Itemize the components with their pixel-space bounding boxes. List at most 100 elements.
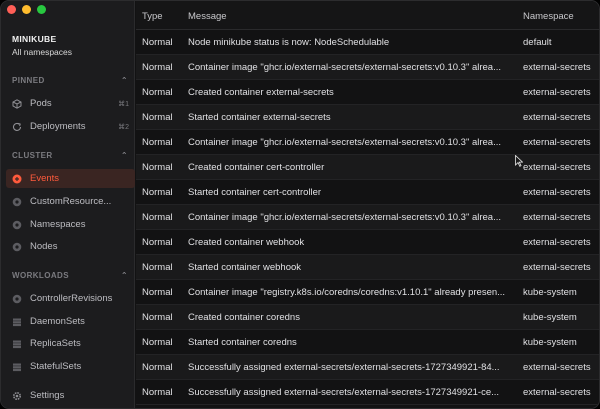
cell-message: Successfully assigned external-secrets/e…: [188, 362, 500, 373]
sidebar-item-deployments[interactable]: Deployments ⌘2: [6, 117, 135, 136]
cell-namespace: default: [523, 37, 552, 48]
cell-type: Normal: [142, 187, 173, 198]
stack-icon: [12, 317, 22, 327]
cell-message: Created container cert-controller: [188, 162, 325, 173]
cell-namespace: external-secrets: [523, 262, 591, 273]
table-row[interactable]: Normal Created container webhook externa…: [136, 230, 599, 255]
refresh-icon: [12, 122, 22, 132]
table-row[interactable]: Normal Created container coredns kube-sy…: [136, 305, 599, 330]
minimize-window-button[interactable]: [22, 5, 31, 14]
sidebar: MINIKUBE All namespaces PINNED ⌃ Pods ⌘1…: [1, 1, 135, 408]
cell-message: Started container cert-controller: [188, 187, 322, 198]
cluster-name[interactable]: MINIKUBE: [12, 34, 56, 44]
column-header-namespace[interactable]: Namespace: [523, 11, 574, 22]
section-header-cluster[interactable]: CLUSTER ⌃: [12, 151, 128, 160]
sidebar-item-nodes[interactable]: Nodes: [6, 237, 135, 256]
sidebar-item-label: CustomResource...: [30, 196, 112, 207]
cell-message: Created container webhook: [188, 237, 305, 248]
cell-namespace: external-secrets: [523, 112, 591, 123]
stack-icon: [12, 362, 22, 372]
cell-namespace: external-secrets: [523, 237, 591, 248]
cell-message: Container image "ghcr.io/external-secret…: [188, 137, 502, 148]
cell-message: Container image "ghcr.io/external-secret…: [188, 212, 502, 223]
events-icon: [12, 174, 22, 184]
cell-type: Normal: [142, 162, 173, 173]
stack-icon: [12, 339, 22, 349]
cell-type: Normal: [142, 87, 173, 98]
cell-namespace: external-secrets: [523, 87, 591, 98]
cell-message: Started container external-secrets: [188, 112, 331, 123]
circle-icon: [12, 242, 22, 252]
sidebar-item-daemonsets[interactable]: DaemonSets: [6, 312, 135, 331]
column-header-type[interactable]: Type: [142, 11, 163, 22]
cube-icon: [12, 98, 22, 109]
table-row[interactable]: Normal Container image "ghcr.io/external…: [136, 130, 599, 155]
cell-namespace: kube-system: [523, 337, 577, 348]
window-controls: [7, 5, 46, 14]
table-row[interactable]: Normal Node minikube status is now: Node…: [136, 30, 599, 55]
sidebar-item-statefulsets[interactable]: StatefulSets: [6, 357, 135, 376]
table-row[interactable]: Normal Started container external-secret…: [136, 105, 599, 130]
table-row[interactable]: Normal Container image "ghcr.io/external…: [136, 55, 599, 80]
table-row[interactable]: Normal Successfully assigned external-se…: [136, 380, 599, 405]
cell-namespace: external-secrets: [523, 162, 591, 173]
cell-namespace: kube-system: [523, 312, 577, 323]
cell-namespace: external-secrets: [523, 137, 591, 148]
table-row[interactable]: Normal Created container cert-controller…: [136, 155, 599, 180]
sidebar-item-label: DaemonSets: [30, 316, 85, 327]
cell-type: Normal: [142, 312, 173, 323]
chevron-up-icon: ⌃: [120, 76, 128, 85]
sidebar-item-label: ReplicaSets: [30, 338, 81, 349]
column-header-message[interactable]: Message: [188, 11, 227, 22]
namespace-scope[interactable]: All namespaces: [12, 47, 72, 57]
gear-icon: [12, 391, 22, 401]
sidebar-item-label: Events: [30, 173, 60, 184]
sidebar-item-pods[interactable]: Pods ⌘1: [6, 94, 135, 113]
cell-type: Normal: [142, 112, 173, 123]
table-row[interactable]: Normal Started container cert-controller…: [136, 180, 599, 205]
cell-message: Node minikube status is now: NodeSchedul…: [188, 37, 390, 48]
sidebar-item-namespaces[interactable]: Namespaces: [6, 215, 135, 234]
sidebar-item-label: Pods: [30, 98, 52, 109]
table-row[interactable]: Normal Created container external-secret…: [136, 80, 599, 105]
table-row[interactable]: Normal Container image "ghcr.io/external…: [136, 205, 599, 230]
table-row[interactable]: Normal Started container coredns kube-sy…: [136, 330, 599, 355]
cell-message: Container image "ghcr.io/external-secret…: [188, 62, 502, 73]
circle-icon: [12, 294, 22, 304]
cell-type: Normal: [142, 387, 173, 398]
zoom-window-button[interactable]: [37, 5, 46, 14]
cell-namespace: external-secrets: [523, 62, 591, 73]
mouse-pointer-icon: [515, 155, 523, 167]
table-row[interactable]: Normal Successfully assigned external-se…: [136, 355, 599, 380]
chevron-up-icon: ⌃: [120, 271, 128, 280]
section-title: PINNED: [12, 76, 45, 85]
cell-message: Started container webhook: [188, 262, 302, 273]
close-window-button[interactable]: [7, 5, 16, 14]
cell-type: Normal: [142, 237, 173, 248]
cell-type: Normal: [142, 287, 173, 298]
section-header-workloads[interactable]: WORKLOADS ⌃: [12, 271, 128, 280]
sidebar-item-controllerrevisions[interactable]: ControllerRevisions: [6, 289, 135, 308]
settings-button[interactable]: Settings: [12, 390, 64, 401]
circle-icon: [12, 197, 22, 207]
cell-message: Started container coredns: [188, 337, 297, 348]
section-title: CLUSTER: [12, 151, 53, 160]
sidebar-item-label: Deployments: [30, 121, 86, 132]
sidebar-item-label: StatefulSets: [30, 361, 82, 372]
cell-type: Normal: [142, 37, 173, 48]
table-row[interactable]: Normal Started container webhook externa…: [136, 255, 599, 280]
sidebar-item-replicasets[interactable]: ReplicaSets: [6, 334, 135, 353]
table-header: Type Message Namespace: [136, 1, 599, 30]
app-window: MINIKUBE All namespaces PINNED ⌃ Pods ⌘1…: [0, 0, 600, 409]
settings-label: Settings: [30, 390, 65, 401]
sidebar-item-events[interactable]: Events: [6, 169, 135, 188]
chevron-up-icon: ⌃: [120, 151, 128, 160]
cell-type: Normal: [142, 212, 173, 223]
table-row[interactable]: Normal Container image "registry.k8s.io/…: [136, 280, 599, 305]
cell-type: Normal: [142, 362, 173, 373]
section-header-pinned[interactable]: PINNED ⌃: [12, 76, 128, 85]
cell-namespace: external-secrets: [523, 187, 591, 198]
cell-namespace: external-secrets: [523, 212, 591, 223]
cell-message: Successfully assigned external-secrets/e…: [188, 387, 500, 398]
sidebar-item-customresources[interactable]: CustomResource...: [6, 192, 135, 211]
